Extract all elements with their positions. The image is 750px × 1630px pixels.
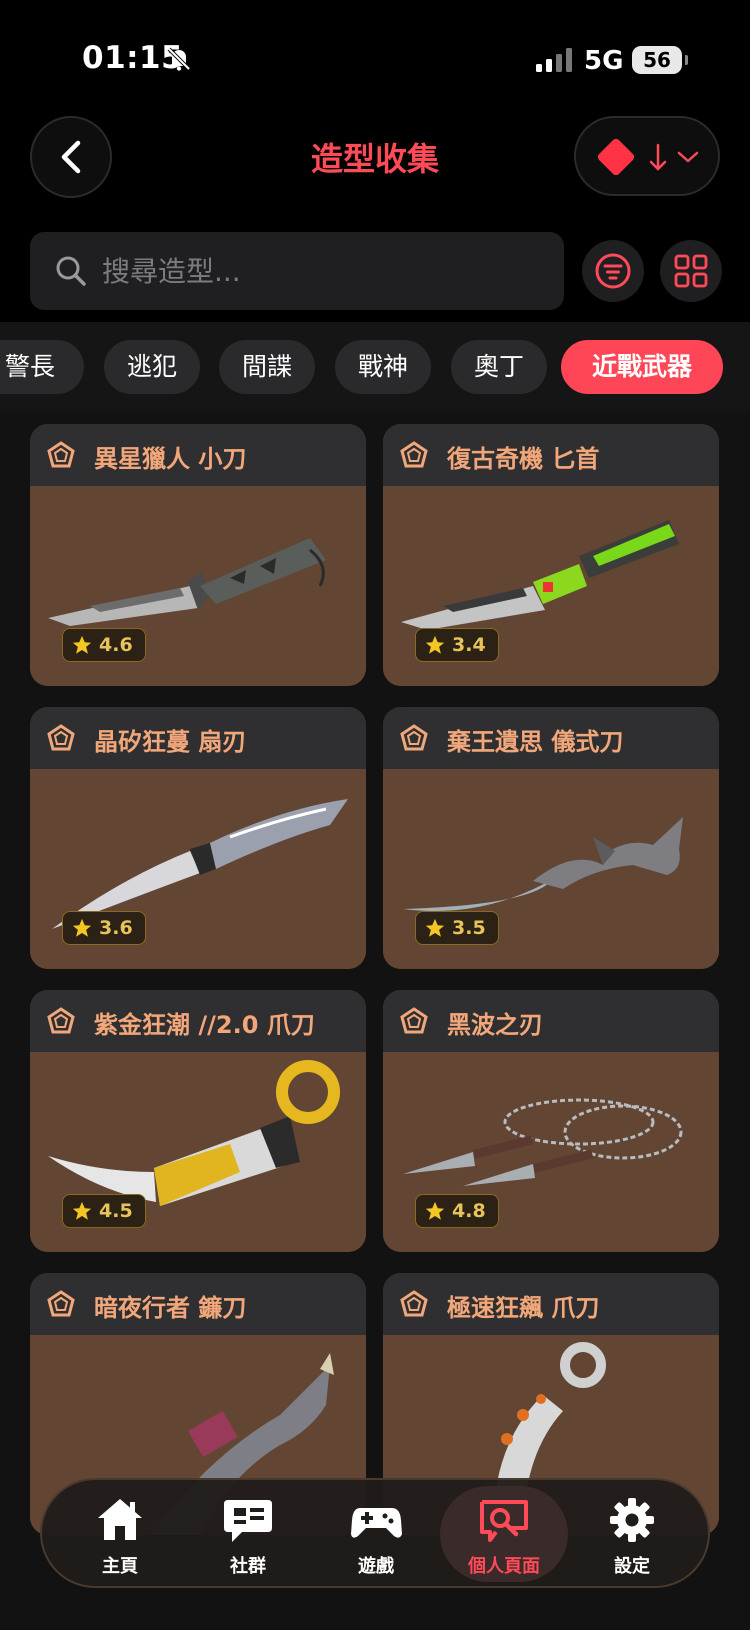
battery-indicator: 56	[632, 46, 688, 74]
network-type: 5G	[584, 46, 624, 76]
skin-name: 黑波之刃	[447, 1011, 543, 1039]
category-chip[interactable]: 間諜	[219, 340, 315, 394]
rating-value: 4.5	[99, 1200, 133, 1222]
bottom-nav: 主頁 社群 遊戲 個人頁面 設定	[40, 1478, 710, 1588]
tier-pentagon-icon	[47, 1007, 75, 1034]
skin-name: 暗夜行者 鐮刀	[94, 1294, 247, 1322]
card-header: 晶矽狂蔓 扇刃	[30, 707, 366, 769]
star-icon	[425, 1201, 445, 1220]
filter-button[interactable]	[582, 240, 644, 302]
rating-value: 3.5	[452, 917, 486, 939]
skin-card[interactable]: 黑波之刃 4.8	[383, 990, 719, 1252]
status-bar: 01:15 5G 56	[0, 0, 750, 110]
nav-games[interactable]: 遊戲	[312, 1486, 440, 1582]
card-header: 極速狂飆 爪刀	[383, 1273, 719, 1335]
skin-name: 晶矽狂蔓 扇刃	[94, 728, 247, 756]
rating-value: 4.8	[452, 1200, 486, 1222]
category-chip-active[interactable]: 近戰武器	[561, 340, 723, 394]
star-icon	[72, 1201, 92, 1220]
nav-community[interactable]: 社群	[184, 1486, 312, 1582]
nav-label: 設定	[614, 1556, 650, 1577]
tier-pentagon-icon	[400, 1290, 428, 1317]
category-chip[interactable]: 戰神	[335, 340, 431, 394]
grid-icon	[674, 254, 708, 288]
search-input[interactable]	[102, 232, 542, 310]
skin-grid: 異星獵人 小刀 4.6 復古奇機 匕首 3.4 晶矽狂蔓 扇刃 3.6 棄王遺思…	[0, 412, 750, 1630]
star-icon	[72, 635, 92, 654]
cellular-signal-icon	[536, 48, 572, 72]
rarity-diamond-icon	[596, 137, 636, 177]
nav-settings[interactable]: 設定	[568, 1486, 696, 1582]
category-chip[interactable]: 奧丁	[451, 340, 547, 394]
chevron-down-icon	[677, 151, 699, 163]
rating-value: 3.4	[452, 634, 486, 656]
card-header: 復古奇機 匕首	[383, 424, 719, 486]
search-icon	[56, 256, 86, 286]
tier-pentagon-icon	[47, 724, 75, 751]
nav-label: 主頁	[102, 1556, 138, 1577]
card-header: 異星獵人 小刀	[30, 424, 366, 486]
rating-value: 4.6	[99, 634, 133, 656]
chat-icon	[224, 1500, 272, 1542]
skin-card[interactable]: 棄王遺思 儀式刀 3.5	[383, 707, 719, 969]
rating-badge: 4.8	[415, 1194, 499, 1228]
profile-search-icon	[480, 1500, 528, 1542]
bell-muted-icon	[167, 47, 191, 71]
rating-badge: 3.5	[415, 911, 499, 945]
rating-badge: 3.4	[415, 628, 499, 662]
tier-pentagon-icon	[47, 1290, 75, 1317]
sort-button[interactable]	[574, 116, 720, 196]
rating-value: 3.6	[99, 917, 133, 939]
skin-name: 紫金狂潮 //2.0 爪刀	[94, 1011, 315, 1039]
category-chip[interactable]: 逃犯	[104, 340, 200, 394]
tier-pentagon-icon	[400, 441, 428, 468]
skin-card[interactable]: 紫金狂潮 //2.0 爪刀 4.5	[30, 990, 366, 1252]
skin-card[interactable]: 異星獵人 小刀 4.6	[30, 424, 366, 686]
home-icon	[98, 1499, 142, 1540]
tier-pentagon-icon	[47, 441, 75, 468]
card-header: 紫金狂潮 //2.0 爪刀	[30, 990, 366, 1052]
skin-card[interactable]: 晶矽狂蔓 扇刃 3.6	[30, 707, 366, 969]
gear-icon	[610, 1498, 654, 1542]
nav-profile[interactable]: 個人頁面	[440, 1486, 568, 1582]
nav-label: 遊戲	[358, 1556, 394, 1577]
gamepad-icon	[351, 1508, 402, 1538]
nav-label: 社群	[230, 1556, 266, 1577]
skin-name: 復古奇機 匕首	[447, 445, 600, 473]
tier-pentagon-icon	[400, 1007, 428, 1034]
category-chip[interactable]: 警長	[0, 340, 84, 394]
nav-home[interactable]: 主頁	[56, 1486, 184, 1582]
filter-icon	[595, 253, 631, 289]
skin-name: 異星獵人 小刀	[94, 445, 247, 473]
star-icon	[72, 918, 92, 937]
tier-pentagon-icon	[400, 724, 428, 751]
card-header: 暗夜行者 鐮刀	[30, 1273, 366, 1335]
grid-view-button[interactable]	[660, 240, 722, 302]
skin-card[interactable]: 復古奇機 匕首 3.4	[383, 424, 719, 686]
star-icon	[425, 918, 445, 937]
arrow-down-icon	[649, 143, 667, 171]
card-header: 黑波之刃	[383, 990, 719, 1052]
rating-badge: 4.6	[62, 628, 146, 662]
skin-name: 極速狂飆 爪刀	[447, 1294, 600, 1322]
search-bar[interactable]	[30, 232, 564, 310]
rating-badge: 3.6	[62, 911, 146, 945]
skin-name: 棄王遺思 儀式刀	[447, 728, 624, 756]
rating-badge: 4.5	[62, 1194, 146, 1228]
star-icon	[425, 635, 445, 654]
card-header: 棄王遺思 儀式刀	[383, 707, 719, 769]
category-tabs: 警長 逃犯 間諜 戰神 奧丁 近戰武器	[0, 322, 750, 412]
nav-label: 個人頁面	[468, 1556, 540, 1577]
